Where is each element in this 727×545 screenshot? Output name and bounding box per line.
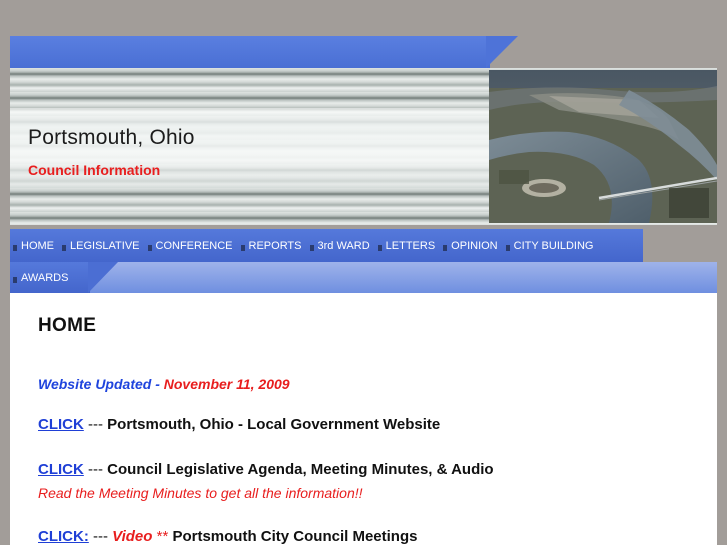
nav-item-label: OPINION	[451, 239, 498, 252]
link-description: Portsmouth City Council Meetings	[172, 528, 418, 545]
nav-item-label: REPORTS	[248, 239, 302, 252]
government-website-link[interactable]: CLICK	[38, 416, 84, 433]
nav-item-conference[interactable]: CONFERENCE	[145, 240, 238, 252]
square-bullet-icon	[147, 244, 152, 251]
nav-item-label: HOME	[21, 239, 54, 252]
nav-item-home[interactable]: HOME	[10, 240, 59, 252]
nav-row-2: AWARDS	[10, 262, 90, 293]
link-line-video: CLICK: --- Video ** Portsmouth City Coun…	[38, 528, 417, 545]
page-frame: Portsmouth, Ohio Council Information HOM…	[0, 0, 727, 545]
site-subtitle: Council Information	[28, 162, 161, 178]
main-navigation: HOME LEGISLATIVE CONFERENCE REPORTS 3rd …	[10, 229, 717, 293]
nav-row2-background	[90, 262, 717, 293]
square-bullet-icon	[377, 244, 382, 251]
link-line-legislative: CLICK --- Council Legislative Agenda, Me…	[38, 461, 494, 478]
legislative-agenda-link[interactable]: CLICK	[38, 461, 84, 478]
link-separator: ---	[88, 528, 113, 545]
video-meetings-link[interactable]: CLICK:	[38, 528, 89, 545]
nav-item-label: CONFERENCE	[155, 239, 233, 252]
updated-notice: Website Updated - November 11, 2009	[38, 376, 290, 392]
page-title: HOME	[38, 315, 97, 336]
nav-item-label: LEGISLATIVE	[70, 239, 140, 252]
top-blue-tab	[10, 36, 490, 68]
minutes-note: Read the Meeting Minutes to get all the …	[38, 485, 363, 501]
nav-item-legislative[interactable]: LEGISLATIVE	[59, 240, 145, 252]
nav-row2-slant	[88, 262, 118, 293]
square-bullet-icon	[62, 244, 66, 251]
square-bullet-icon	[505, 244, 510, 251]
stars-separator: **	[152, 528, 173, 545]
link-separator: ---	[83, 461, 108, 478]
nav-item-label: CITY BUILDING	[513, 239, 594, 252]
site-title: Portsmouth, Ohio	[28, 126, 195, 149]
nav-item-3rd-ward[interactable]: 3rd WARD	[307, 240, 375, 252]
square-bullet-icon	[13, 276, 17, 283]
square-bullet-icon	[13, 244, 17, 251]
square-bullet-icon	[443, 244, 448, 251]
link-description: Council Legislative Agenda, Meeting Minu…	[107, 461, 494, 478]
video-label: Video	[112, 528, 153, 545]
nav-item-letters[interactable]: LETTERS	[375, 240, 441, 252]
aerial-photo-graphic	[489, 70, 717, 223]
updated-date: November 11, 2009	[163, 376, 290, 392]
link-description: Portsmouth, Ohio - Local Government Webs…	[107, 416, 441, 433]
link-line-government: CLICK --- Portsmouth, Ohio - Local Gover…	[38, 416, 440, 433]
nav-item-reports[interactable]: REPORTS	[238, 240, 307, 252]
nav-item-opinion[interactable]: OPINION	[440, 240, 502, 252]
square-bullet-icon	[240, 244, 245, 251]
updated-label: Website Updated -	[38, 376, 160, 392]
nav-item-label: LETTERS	[385, 239, 436, 252]
nav-item-label: AWARDS	[21, 271, 69, 284]
square-bullet-icon	[309, 244, 314, 251]
site-header: Portsmouth, Ohio Council Information	[10, 68, 717, 225]
nav-item-awards[interactable]: AWARDS	[10, 272, 73, 284]
aerial-city-photo	[489, 70, 717, 223]
link-separator: ---	[83, 416, 108, 433]
main-content: HOME Website Updated - November 11, 2009…	[10, 293, 717, 545]
nav-item-city-building[interactable]: CITY BUILDING	[503, 240, 599, 252]
top-blue-tab-slant	[486, 36, 518, 68]
nav-item-label: 3rd WARD	[317, 239, 370, 252]
nav-row-1: HOME LEGISLATIVE CONFERENCE REPORTS 3rd …	[10, 229, 643, 262]
